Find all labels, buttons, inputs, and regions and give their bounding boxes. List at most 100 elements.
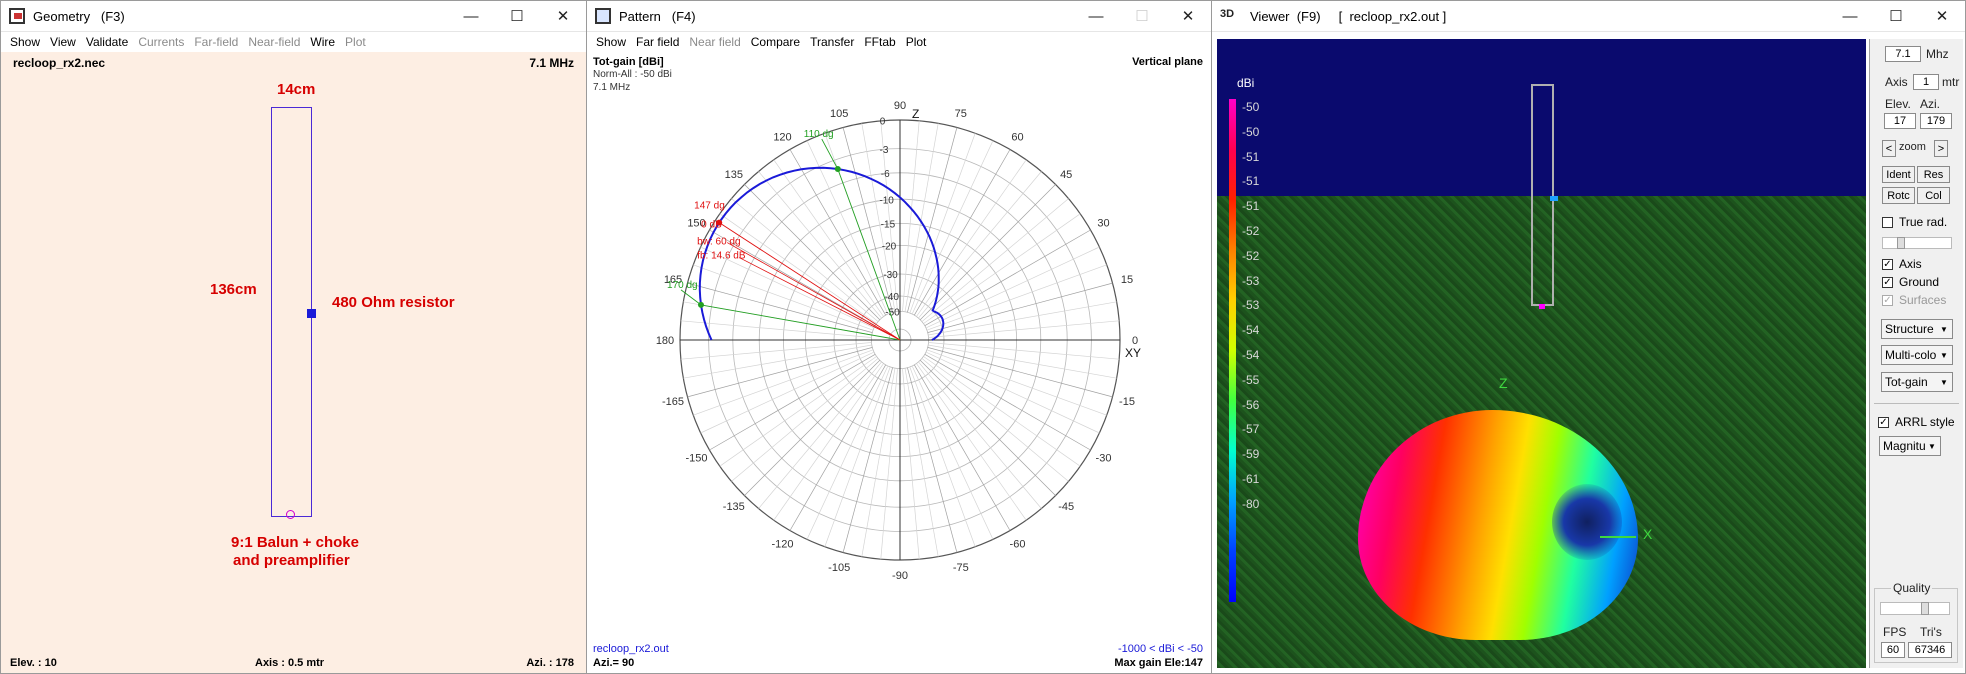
magnitude-select[interactable]: Magnitu ▼ xyxy=(1879,436,1941,456)
resistor-marker[interactable] xyxy=(307,309,316,318)
true-rad-slider[interactable] xyxy=(1882,237,1952,249)
loop-height-label: 136cm xyxy=(210,281,257,298)
menu-far-field[interactable]: Far field xyxy=(636,35,679,49)
viewer-3d-canvas[interactable]: dBi -50 -50 -51 -51 -51 -52 -52 -53 -53 -54 -54 -55… xyxy=(1217,39,1866,668)
grid-spoke xyxy=(904,368,939,557)
pattern-norm: Norm-All : -50 dBi xyxy=(593,69,672,80)
multicolor-select[interactable]: Multi-colo ▼ xyxy=(1881,345,1953,365)
multicolor-value: Multi-colo xyxy=(1885,348,1937,362)
grid-spoke xyxy=(919,184,1056,321)
menu-compare[interactable]: Compare xyxy=(751,35,800,49)
axis-check-label: Axis xyxy=(1899,257,1922,271)
ring-label: -40 xyxy=(884,292,899,303)
slider-thumb[interactable] xyxy=(1897,237,1905,249)
menu-currents[interactable]: Currents xyxy=(138,35,184,49)
surfaces-checkbox[interactable]: ✓ Surfaces xyxy=(1882,293,1946,307)
axis-input[interactable]: 1 xyxy=(1913,74,1939,90)
azi-input[interactable]: 179 xyxy=(1920,113,1952,129)
minimize-icon[interactable]: — xyxy=(448,1,494,31)
menu-near-field[interactable]: Near field xyxy=(689,35,740,49)
grid-spoke xyxy=(773,159,884,317)
geometry-titlebar[interactable]: Geometry (F3) — ☐ ✕ xyxy=(1,1,586,32)
menu-transfer[interactable]: Transfer xyxy=(810,35,854,49)
axis-checkbox[interactable]: ✓ Axis xyxy=(1882,257,1922,271)
slider-thumb[interactable] xyxy=(1921,602,1929,615)
viewer-titlebar[interactable]: 3D Viewer (F9) [ recloop_rx2.out ] — ☐ ✕ xyxy=(1212,1,1965,32)
menu-near-field[interactable]: Near-field xyxy=(248,35,300,49)
maximize-icon[interactable]: ☐ xyxy=(494,1,540,31)
grid-spoke xyxy=(926,264,1107,331)
loop-wireframe[interactable] xyxy=(1531,84,1554,306)
geometry-frequency: 7.1 MHz xyxy=(529,56,574,70)
res-button[interactable]: Res xyxy=(1917,166,1950,183)
menu-plot[interactable]: Plot xyxy=(906,35,927,49)
quality-slider[interactable] xyxy=(1880,602,1950,615)
pattern-window: Pattern (F4) — ☐ ✕ Show Far field Near f… xyxy=(586,0,1212,674)
menu-validate[interactable]: Validate xyxy=(86,35,128,49)
close-icon[interactable]: ✕ xyxy=(1165,1,1211,31)
menu-view[interactable]: View xyxy=(50,35,76,49)
maximize-icon[interactable]: ☐ xyxy=(1873,1,1919,31)
menu-far-field[interactable]: Far-field xyxy=(194,35,238,49)
pattern-filename: recloop_rx2.out xyxy=(593,643,669,655)
grid-spoke xyxy=(909,133,976,314)
color-legend-bar xyxy=(1229,99,1236,602)
menu-fftab[interactable]: FFtab xyxy=(864,35,895,49)
chevron-down-icon: ▼ xyxy=(1940,324,1948,334)
geometry-azi: Azi. : 178 xyxy=(526,657,574,669)
elev-input[interactable]: 17 xyxy=(1884,113,1916,129)
rotc-button[interactable]: Rotc xyxy=(1882,187,1915,204)
ident-button[interactable]: Ident xyxy=(1882,166,1915,183)
arrl-style-checkbox[interactable]: ✓ ARRL style xyxy=(1878,415,1955,429)
structure-select[interactable]: Structure ▼ xyxy=(1881,319,1953,339)
freq-input[interactable]: 7.1 xyxy=(1885,46,1921,62)
axis-x-line xyxy=(1600,536,1636,538)
marker-db-label: 0 dB xyxy=(701,220,722,231)
menu-plot[interactable]: Plot xyxy=(345,35,366,49)
totgain-select[interactable]: Tot-gain ▼ xyxy=(1881,372,1953,392)
grid-spoke xyxy=(806,365,889,540)
balun-label-line2: and preamplifier xyxy=(233,552,350,569)
grid-spoke xyxy=(904,123,939,312)
ground-checkbox[interactable]: ✓ Ground xyxy=(1882,275,1939,289)
angle-label: -15 xyxy=(1119,396,1135,408)
grid-spoke xyxy=(928,320,1120,338)
true-rad-checkbox[interactable]: True rad. xyxy=(1882,215,1947,229)
grid-spoke xyxy=(923,356,1081,467)
maximize-icon[interactable]: ☐ xyxy=(1119,1,1165,31)
col-button[interactable]: Col xyxy=(1917,187,1950,204)
3d-icon: 3D xyxy=(1220,8,1235,20)
close-icon[interactable]: ✕ xyxy=(540,1,586,31)
azi-label: Azi. xyxy=(1920,97,1941,111)
geometry-elev: Elev. : 10 xyxy=(10,657,57,669)
ring-label: 0 xyxy=(880,116,886,127)
menu-show[interactable]: Show xyxy=(10,35,40,49)
grid-spoke xyxy=(719,213,877,324)
minimize-icon[interactable]: — xyxy=(1073,1,1119,31)
minimize-icon[interactable]: — xyxy=(1827,1,1873,31)
zoom-out-button[interactable]: < xyxy=(1882,140,1896,157)
zoom-in-button[interactable]: > xyxy=(1934,140,1948,157)
zoom-label: zoom xyxy=(1899,141,1926,153)
z-axis-label: Z xyxy=(912,107,919,121)
grid-spoke xyxy=(919,359,1056,496)
quality-label: Quality xyxy=(1891,581,1933,595)
axis-x-label: X xyxy=(1643,526,1653,542)
geometry-canvas[interactable]: recloop_rx2.nec 7.1 MHz 14cm 136cm 480 O… xyxy=(1,52,586,673)
pattern-canvas[interactable]: 90 75 60 45 30 15 0 -15 -30 -45 -60 -75 -90 -105 -120 -… xyxy=(587,52,1211,673)
axis-label: Axis xyxy=(1885,75,1908,89)
viewer-control-panel: 7.1 Mhz Axis 1 mtr Elev. Azi. 17 179 < z… xyxy=(1869,39,1963,668)
window-title: Pattern (F4) xyxy=(619,8,696,24)
marker-170-label: 170 dg xyxy=(667,280,698,291)
feedpoint-marker[interactable] xyxy=(286,510,295,519)
legend-value: -61 xyxy=(1242,472,1260,486)
angle-label: -135 xyxy=(723,501,745,513)
ring-label: -50 xyxy=(885,307,900,318)
menu-wire[interactable]: Wire xyxy=(310,35,335,49)
axis-z-label: Z xyxy=(1499,375,1508,391)
menu-show[interactable]: Show xyxy=(596,35,626,49)
geometry-axis: Axis : 0.5 mtr xyxy=(255,657,325,669)
loop-wire[interactable] xyxy=(271,107,312,517)
close-icon[interactable]: ✕ xyxy=(1919,1,1965,31)
pattern-titlebar[interactable]: Pattern (F4) — ☐ ✕ xyxy=(587,1,1211,32)
